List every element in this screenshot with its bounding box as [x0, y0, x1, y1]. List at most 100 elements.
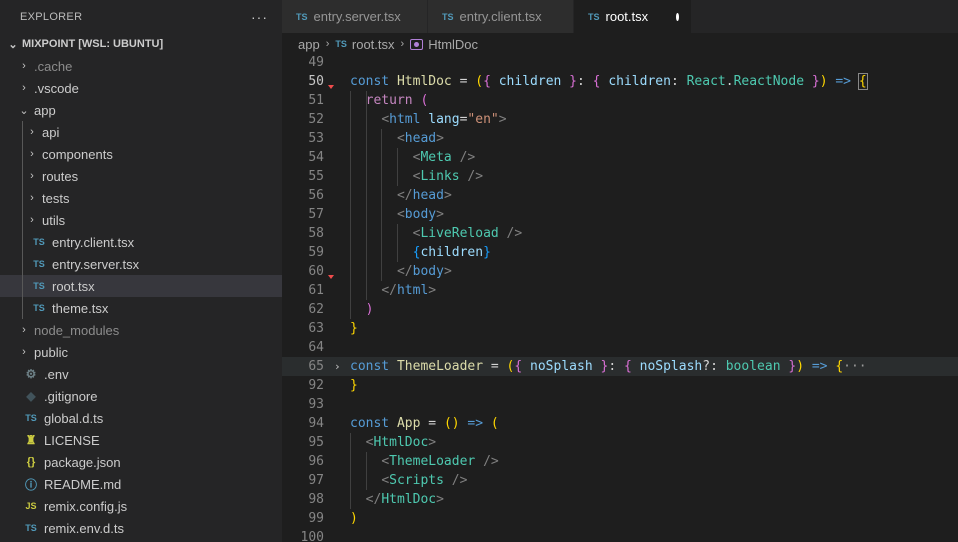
code-line[interactable]: 65 › const ThemeLoader = ({ noSplash }: { … [282, 357, 958, 376]
tree-item-label: remix.env.d.ts [44, 520, 124, 536]
code-line[interactable]: 51 return ( [282, 91, 958, 110]
tree-item-public[interactable]: › public [0, 341, 282, 363]
error-marker-icon [328, 275, 334, 279]
code-line[interactable]: 95 <HtmlDoc> [282, 433, 958, 452]
code-token: () [443, 416, 460, 431]
breadcrumb-file[interactable]: root.tsx [352, 37, 395, 52]
code-line[interactable]: 49 [282, 55, 958, 72]
tree-item-app[interactable]: ⌄ app [0, 99, 282, 121]
code-token: html [396, 283, 429, 298]
code-token: App [396, 416, 421, 431]
tree-item--env[interactable]: ⚙ .env [0, 363, 282, 385]
code-line[interactable]: 59 {children} [282, 243, 958, 262]
tab-label: entry.client.tsx [459, 9, 542, 24]
code-token: ReactNode [733, 74, 805, 89]
code-line[interactable]: 55 <Links /> [282, 167, 958, 186]
code-editor[interactable]: 49 50 const HtmlDoc = ({ children }: { chi… [282, 55, 958, 542]
indent-guide [22, 297, 23, 319]
line-number: 56 [308, 188, 324, 203]
code-text: <Meta /> [350, 148, 476, 167]
code-token: </ [365, 492, 382, 507]
tab-root-tsx[interactable]: TS root.tsx [574, 0, 692, 33]
code-line[interactable]: 50 const HtmlDoc = ({ children }: { child… [282, 72, 958, 91]
tree-item-label: root.tsx [52, 278, 95, 294]
tree-item-package-json[interactable]: {} package.json [0, 451, 282, 473]
tree-item-components[interactable]: › components [0, 143, 282, 165]
chevron-right-icon: › [30, 170, 34, 182]
tree-item-global-d-ts[interactable]: TS global.d.ts [0, 407, 282, 429]
tab-entry-server-tsx[interactable]: TS entry.server.tsx [282, 0, 428, 33]
code-token: > [428, 283, 437, 298]
code-line[interactable]: 63} [282, 319, 958, 338]
tree-item-label: theme.tsx [52, 300, 109, 316]
tree-item--vscode[interactable]: › .vscode [0, 77, 282, 99]
code-token: HtmlDoc [381, 492, 437, 507]
line-number: 62 [308, 302, 324, 317]
tree-item-node-modules[interactable]: › node_modules [0, 319, 282, 341]
unsaved-dot-icon[interactable] [676, 12, 679, 21]
tree-item-label: .cache [34, 58, 73, 74]
code-line[interactable]: 100 [282, 528, 958, 542]
breadcrumb-folder[interactable]: app [298, 37, 320, 52]
tree-item--gitignore[interactable]: ◆ .gitignore [0, 385, 282, 407]
code-line[interactable]: 64 [282, 338, 958, 357]
indent-guide [22, 143, 23, 165]
tree-item-remix-env-d-ts[interactable]: TS remix.env.d.ts [0, 517, 282, 539]
code-line[interactable]: 54 <Meta /> [282, 148, 958, 167]
line-number: 97 [308, 473, 324, 488]
tree-item-tests[interactable]: › tests [0, 187, 282, 209]
tree-item-utils[interactable]: › utils [0, 209, 282, 231]
code-token: ) [350, 511, 358, 526]
code-line[interactable]: 97 <Scripts /> [282, 471, 958, 490]
more-actions-icon[interactable]: ··· [251, 9, 268, 25]
code-line[interactable]: 93 [282, 395, 958, 414]
code-line[interactable]: 53 <head> [282, 129, 958, 148]
code-token: const [350, 74, 397, 89]
chevron-right-icon: › [22, 82, 26, 94]
code-token: ( [420, 93, 429, 108]
tree-item-label: entry.client.tsx [52, 234, 135, 250]
tree-item-routes[interactable]: › routes [0, 165, 282, 187]
tree-item-api[interactable]: › api [0, 121, 282, 143]
code-token: { [592, 74, 609, 89]
line-number: 95 [308, 435, 324, 450]
code-line[interactable]: 57 <body> [282, 205, 958, 224]
tree-item-readme-md[interactable]: ⓘ README.md [0, 473, 282, 495]
code-line[interactable]: 99) [282, 509, 958, 528]
line-number: 65 [308, 359, 324, 374]
tab-entry-client-tsx[interactable]: TS entry.client.tsx [428, 0, 574, 33]
code-token: } [350, 321, 358, 336]
line-number: 98 [308, 492, 324, 507]
code-token: > [428, 435, 437, 450]
code-line[interactable]: 94 const App = () => ( [282, 414, 958, 433]
code-line[interactable]: 98 </HtmlDoc> [282, 490, 958, 509]
code-token: HtmlDoc [373, 435, 429, 450]
code-line[interactable]: 56 </head> [282, 186, 958, 205]
code-token: </ [396, 188, 413, 203]
breadcrumb-symbol[interactable]: HtmlDoc [428, 37, 478, 52]
tree-item-license[interactable]: ♜ LICENSE [0, 429, 282, 451]
code-line[interactable]: 60 </body> [282, 262, 958, 281]
code-line[interactable]: 58 <LiveReload /> [282, 224, 958, 243]
fold-chevron-icon[interactable]: › [334, 357, 341, 376]
tree-item-root-tsx[interactable]: TS root.tsx [0, 275, 282, 297]
tree-item-entry-client-tsx[interactable]: TS entry.client.tsx [0, 231, 282, 253]
tree-item-entry-server-tsx[interactable]: TS entry.server.tsx [0, 253, 282, 275]
tree-item--cache[interactable]: › .cache [0, 55, 282, 77]
code-line[interactable]: 52 <html lang="en"> [282, 110, 958, 129]
code-line[interactable]: 61 </html> [282, 281, 958, 300]
code-line[interactable]: 62 ) [282, 300, 958, 319]
workspace-root[interactable]: ⌄ MIXPOINT [WSL: UBUNTU] [0, 33, 282, 55]
code-token: Meta [420, 150, 460, 165]
tree-item-remix-config-js[interactable]: JS remix.config.js [0, 495, 282, 517]
tree-item-theme-tsx[interactable]: TS theme.tsx [0, 297, 282, 319]
gear-icon: ⚙ [25, 367, 37, 381]
code-token: => [459, 416, 491, 431]
code-line[interactable]: 92} [282, 376, 958, 395]
code-line[interactable]: 96 <ThemeLoader /> [282, 452, 958, 471]
